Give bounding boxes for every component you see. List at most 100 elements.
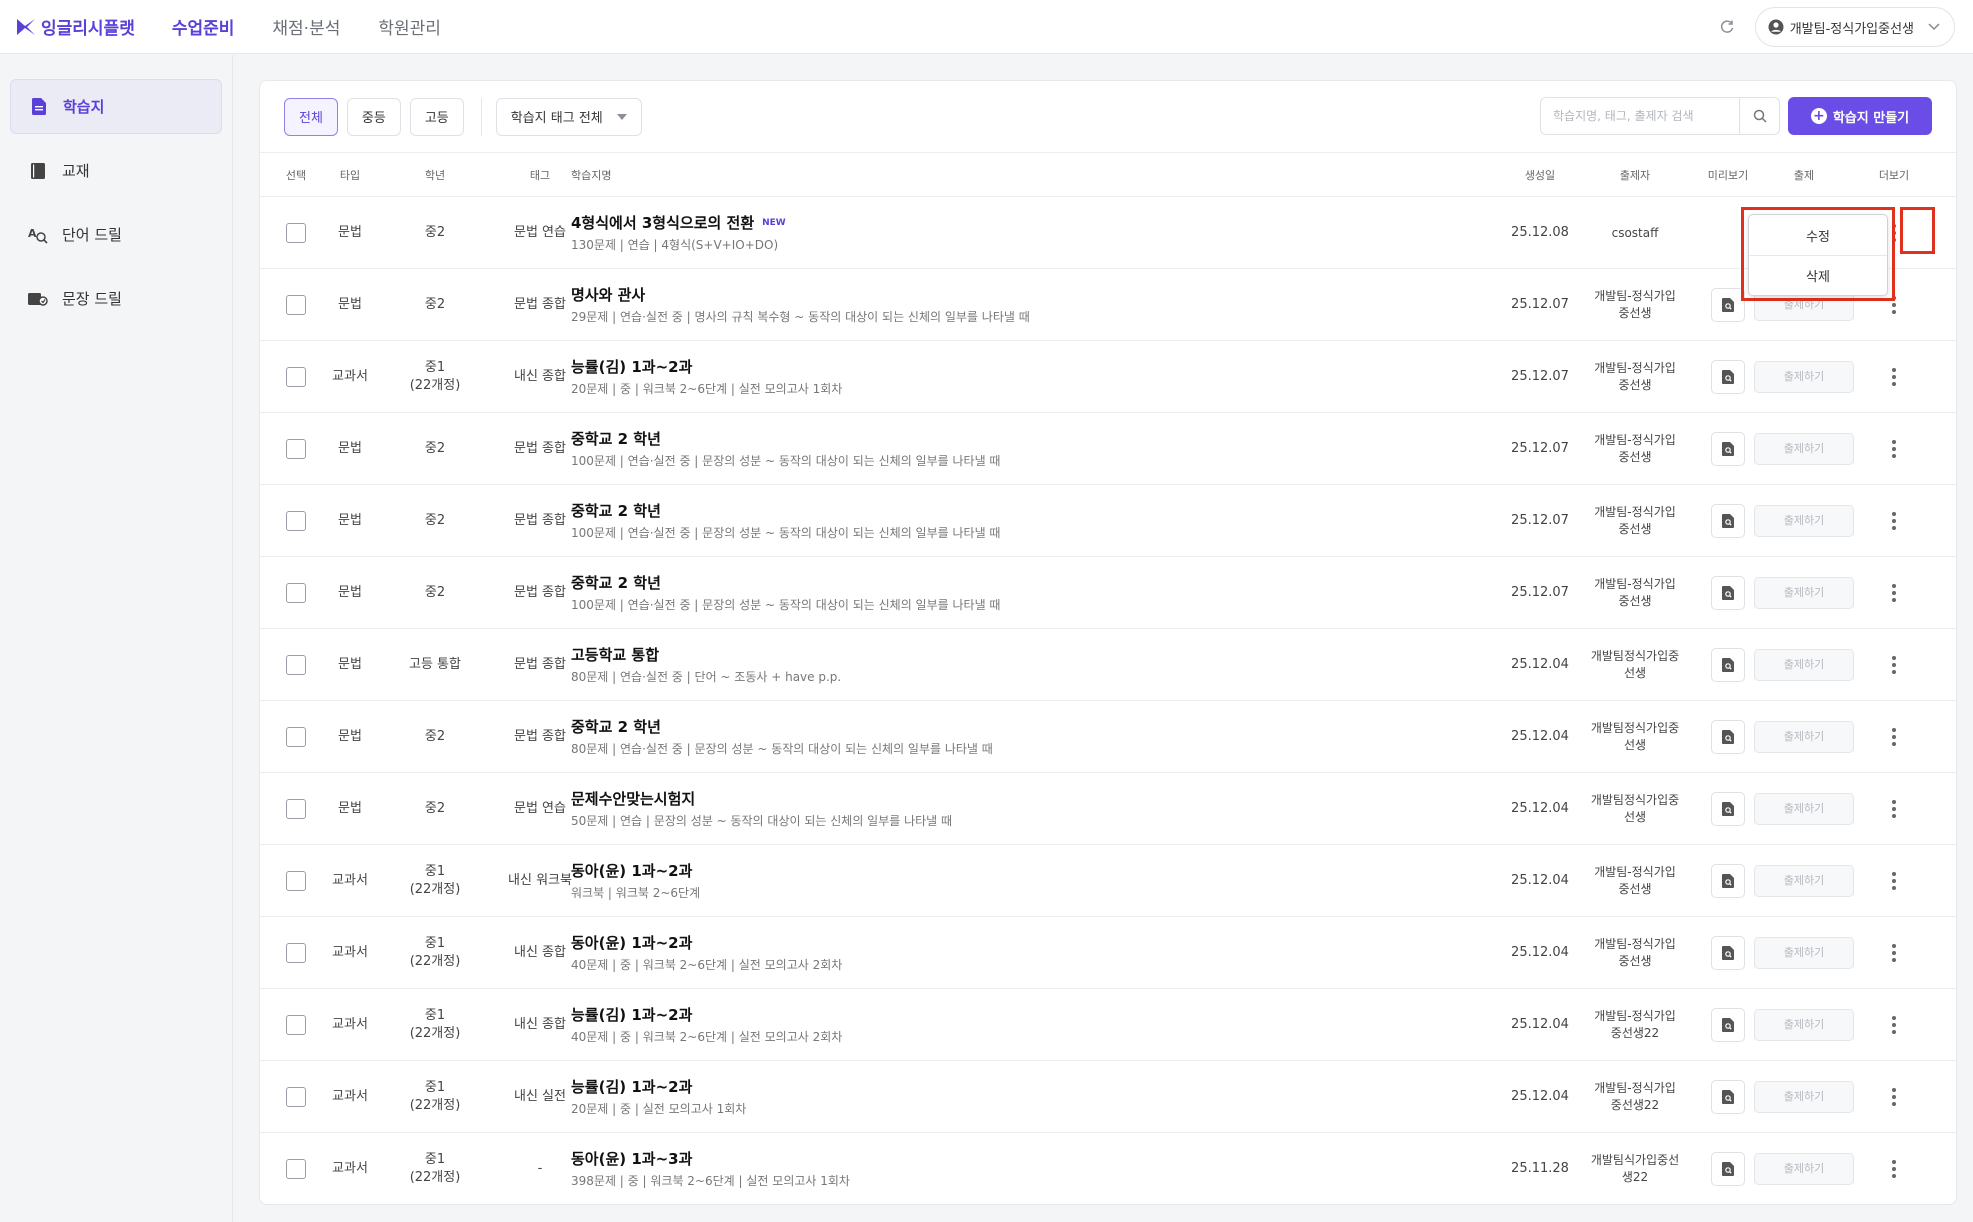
- sidebar-item-sentence-drill[interactable]: 문장 드릴: [10, 271, 222, 326]
- table-row[interactable]: 문법 중2 문법 종합 중학교 2 학년 80문제 | 연습·실전 중 | 문장…: [260, 701, 1956, 773]
- more-vertical-icon[interactable]: [1884, 941, 1904, 965]
- table-row[interactable]: 문법 중2 문법 종합 중학교 2 학년 100문제 | 연습·실전 중 | 문…: [260, 557, 1956, 629]
- issue-button[interactable]: 출제하기: [1754, 1153, 1854, 1185]
- row-checkbox[interactable]: [286, 799, 306, 819]
- worksheet-title[interactable]: 동아(윤) 1과~2과: [571, 861, 692, 882]
- worksheet-title[interactable]: 동아(윤) 1과~3과: [571, 1149, 692, 1170]
- table-row[interactable]: 교과서 중1 (22개정) 내신 종합 능률(김) 1과~2과 20문제 | 중 …: [260, 341, 1956, 413]
- menu-item-delete[interactable]: 삭제: [1749, 255, 1887, 295]
- row-checkbox[interactable]: [286, 943, 306, 963]
- issue-button[interactable]: 출제하기: [1754, 1009, 1854, 1041]
- worksheet-title[interactable]: 명사와 관사: [571, 285, 645, 306]
- more-vertical-icon[interactable]: [1884, 725, 1904, 749]
- table-row[interactable]: 교과서 중1 (22개정) 내신 종합 동아(윤) 1과~2과 40문제 | 중 …: [260, 917, 1956, 989]
- menu-item-edit[interactable]: 수정: [1749, 215, 1887, 255]
- issue-button[interactable]: 출제하기: [1754, 505, 1854, 537]
- user-menu[interactable]: 개발팀-정식가입중선생: [1754, 7, 1955, 47]
- issue-button[interactable]: 출제하기: [1754, 1081, 1854, 1113]
- table-row[interactable]: 문법 중2 문법 종합 중학교 2 학년 100문제 | 연습·실전 중 | 문…: [260, 413, 1956, 485]
- preview-button[interactable]: [1711, 1008, 1745, 1042]
- sidebar-item-word-drill[interactable]: A 단어 드릴: [10, 207, 222, 262]
- preview-button[interactable]: [1711, 1080, 1745, 1114]
- refresh-icon[interactable]: [1709, 9, 1745, 45]
- worksheet-title[interactable]: 능률(김) 1과~2과: [571, 357, 692, 378]
- filter-all-button[interactable]: 전체: [284, 97, 338, 136]
- preview-button[interactable]: [1711, 576, 1745, 610]
- worksheet-description: 100문제 | 연습·실전 중 | 문장의 성분 ~ 동작의 대상이 되는 신체…: [571, 597, 1001, 612]
- preview-button[interactable]: [1711, 792, 1745, 826]
- preview-button[interactable]: [1711, 360, 1745, 394]
- worksheet-title[interactable]: 중학교 2 학년: [571, 501, 661, 522]
- table-row[interactable]: 문법 중2 문법 종합 명사와 관사 29문제 | 연습·실전 중 | 명사의 …: [260, 269, 1956, 341]
- nav-item-academy[interactable]: 학원관리: [378, 14, 441, 39]
- worksheet-title[interactable]: 능률(김) 1과~2과: [571, 1005, 692, 1026]
- preview-button[interactable]: [1711, 648, 1745, 682]
- table-row[interactable]: 문법 중2 문법 종합 중학교 2 학년 100문제 | 연습·실전 중 | 문…: [260, 485, 1956, 557]
- tag-select[interactable]: 학습지 태그 전체: [495, 97, 642, 136]
- worksheet-title[interactable]: 능률(김) 1과~2과: [571, 1077, 692, 1098]
- create-worksheet-button[interactable]: + 학습지 만들기: [1788, 97, 1932, 135]
- more-vertical-icon[interactable]: [1884, 1157, 1904, 1181]
- more-vertical-icon[interactable]: [1884, 509, 1904, 533]
- table-row[interactable]: 문법 중2 문법 연습 문제수안맞는시험지 50문제 | 연습 | 문장의 성분…: [260, 773, 1956, 845]
- table-row[interactable]: 교과서 중1 (22개정) - 동아(윤) 1과~3과 398문제 | 중 | 워…: [260, 1133, 1956, 1204]
- preview-button[interactable]: [1711, 720, 1745, 754]
- nav-item-class-prep[interactable]: 수업준비: [172, 14, 235, 39]
- more-vertical-icon[interactable]: [1884, 365, 1904, 389]
- worksheet-title[interactable]: 중학교 2 학년: [571, 717, 661, 738]
- row-checkbox[interactable]: [286, 1015, 306, 1035]
- table-row[interactable]: 교과서 중1 (22개정) 내신 실전 능률(김) 1과~2과 20문제 | 중 …: [260, 1061, 1956, 1133]
- search-icon[interactable]: [1739, 98, 1779, 134]
- more-vertical-icon[interactable]: [1884, 437, 1904, 461]
- more-vertical-icon[interactable]: [1884, 1013, 1904, 1037]
- row-checkbox[interactable]: [286, 295, 306, 315]
- row-checkbox[interactable]: [286, 1087, 306, 1107]
- more-vertical-icon[interactable]: [1884, 797, 1904, 821]
- row-checkbox[interactable]: [286, 655, 306, 675]
- filter-middle-button[interactable]: 중등: [346, 97, 401, 136]
- preview-button[interactable]: [1711, 432, 1745, 466]
- brand-logo[interactable]: 잉글리시플랫: [17, 14, 135, 39]
- row-checkbox[interactable]: [286, 727, 306, 747]
- worksheet-title[interactable]: 고등학교 통합: [571, 645, 659, 666]
- worksheet-title[interactable]: 동아(윤) 1과~2과: [571, 933, 692, 954]
- issue-button[interactable]: 출제하기: [1754, 865, 1854, 897]
- worksheet-title[interactable]: 중학교 2 학년: [571, 429, 661, 450]
- preview-button[interactable]: [1711, 504, 1745, 538]
- table-row[interactable]: 교과서 중1 (22개정) 내신 종합 능률(김) 1과~2과 40문제 | 중 …: [260, 989, 1956, 1061]
- table-row[interactable]: 교과서 중1 (22개정) 내신 워크북 동아(윤) 1과~2과 워크북 | 워크…: [260, 845, 1956, 917]
- issue-button[interactable]: 출제하기: [1754, 793, 1854, 825]
- issue-button[interactable]: 출제하기: [1754, 649, 1854, 681]
- select-cell: [278, 485, 314, 557]
- preview-button[interactable]: [1711, 288, 1745, 322]
- table-row[interactable]: 문법 중2 문법 연습 4형식에서 3형식으로의 전환 NEW 130문제 | 연…: [260, 197, 1956, 269]
- row-checkbox[interactable]: [286, 583, 306, 603]
- sidebar-item-textbooks[interactable]: 교재: [10, 143, 222, 198]
- more-vertical-icon[interactable]: [1884, 581, 1904, 605]
- nav-item-grading[interactable]: 채점·분석: [272, 14, 340, 39]
- worksheet-title[interactable]: 중학교 2 학년: [571, 573, 661, 594]
- worksheet-title[interactable]: 4형식에서 3형식으로의 전환: [571, 213, 754, 234]
- sidebar-item-worksheets[interactable]: 학습지: [10, 79, 222, 134]
- preview-button[interactable]: [1711, 864, 1745, 898]
- filter-high-button[interactable]: 고등: [409, 97, 464, 136]
- row-checkbox[interactable]: [286, 439, 306, 459]
- issue-button[interactable]: 출제하기: [1754, 721, 1854, 753]
- more-vertical-icon[interactable]: [1884, 653, 1904, 677]
- preview-button[interactable]: [1711, 936, 1745, 970]
- issue-button[interactable]: 출제하기: [1754, 361, 1854, 393]
- preview-button[interactable]: [1711, 1152, 1745, 1186]
- row-checkbox[interactable]: [286, 223, 306, 243]
- issue-button[interactable]: 출제하기: [1754, 433, 1854, 465]
- issue-button[interactable]: 출제하기: [1754, 937, 1854, 969]
- row-checkbox[interactable]: [286, 1159, 306, 1179]
- row-checkbox[interactable]: [286, 871, 306, 891]
- table-row[interactable]: 문법 고등 통합 문법 종합 고등학교 통합 80문제 | 연습·실전 중 | …: [260, 629, 1956, 701]
- row-checkbox[interactable]: [286, 511, 306, 531]
- row-checkbox[interactable]: [286, 367, 306, 387]
- worksheet-title[interactable]: 문제수안맞는시험지: [571, 789, 695, 810]
- more-vertical-icon[interactable]: [1884, 1085, 1904, 1109]
- more-vertical-icon[interactable]: [1884, 869, 1904, 893]
- search-input[interactable]: [1541, 98, 1739, 134]
- issue-button[interactable]: 출제하기: [1754, 577, 1854, 609]
